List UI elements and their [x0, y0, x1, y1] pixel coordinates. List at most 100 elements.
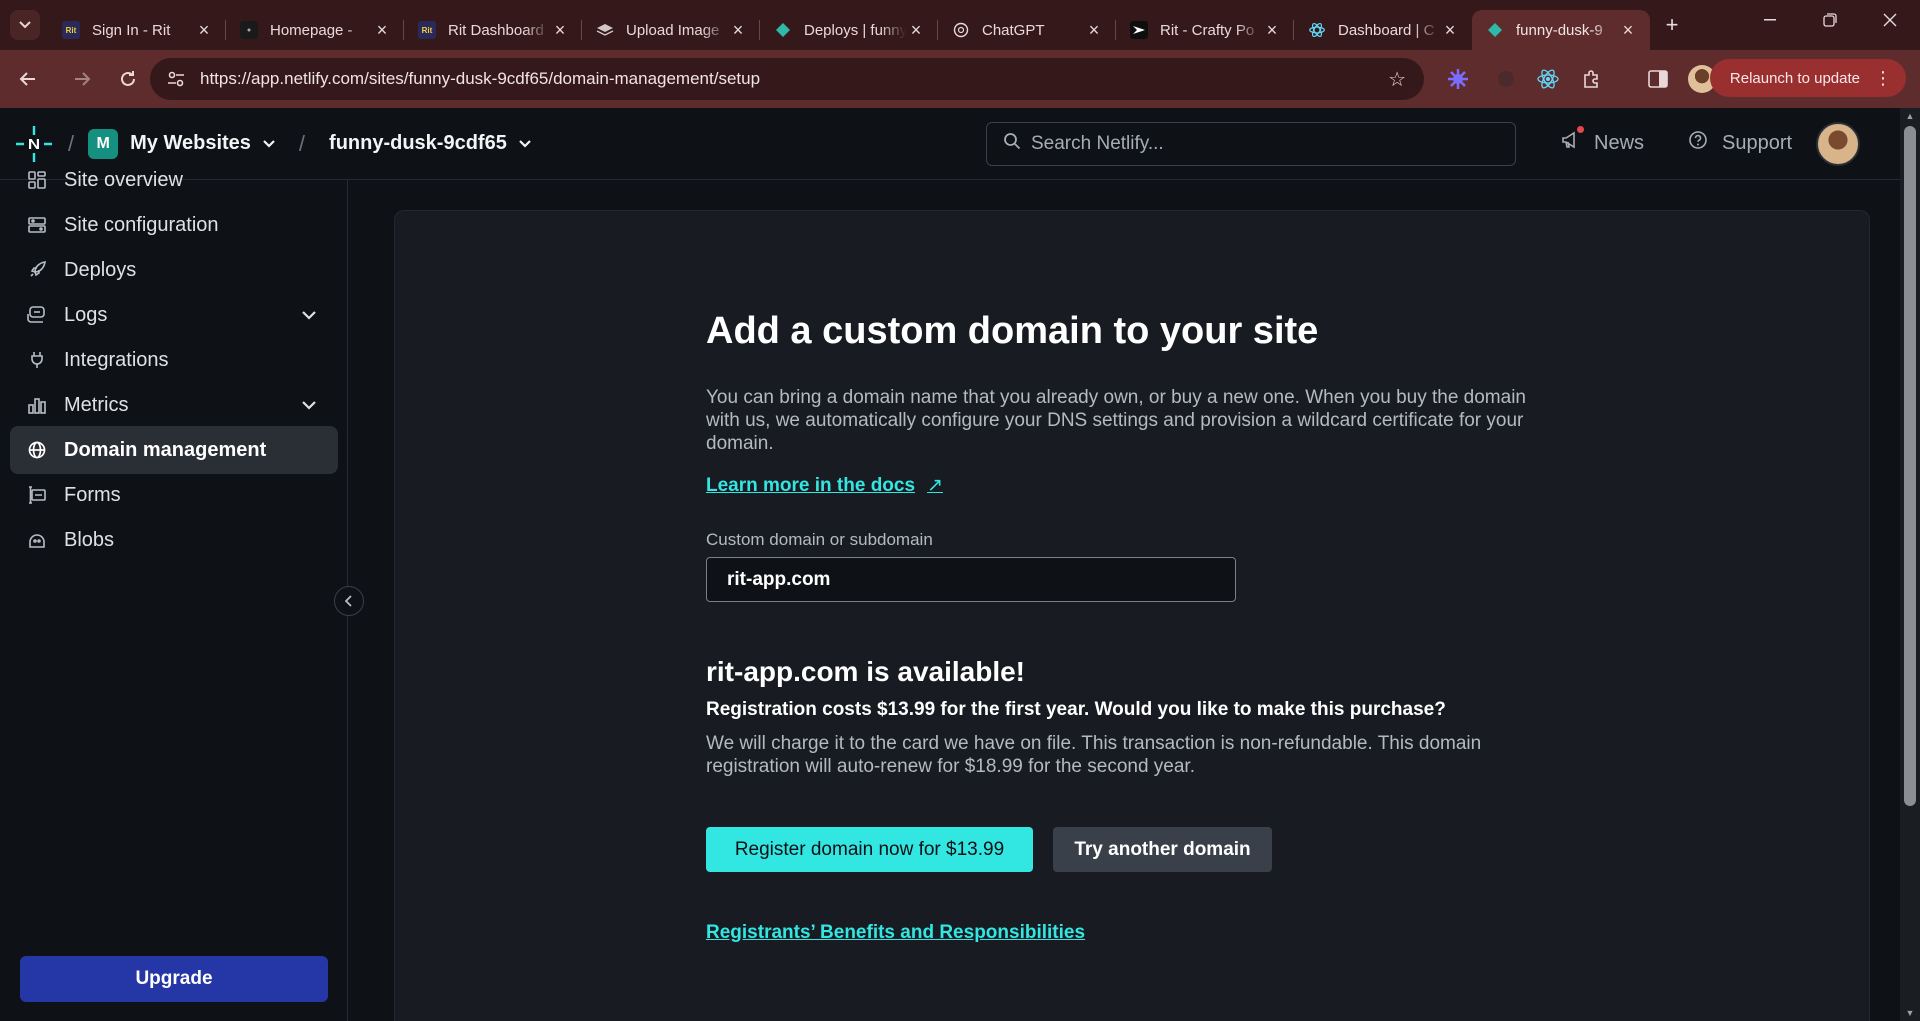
side-panel-icon[interactable] — [1644, 65, 1672, 93]
registration-cost-text: Registration costs $13.99 for the first … — [706, 699, 1446, 720]
domain-field-label: Custom domain or subdomain — [706, 530, 933, 549]
globe-icon — [26, 439, 48, 461]
close-tab-icon[interactable]: × — [1262, 20, 1282, 41]
extension-dark-icon[interactable] — [1492, 65, 1520, 93]
upgrade-button[interactable]: Upgrade — [20, 956, 328, 1002]
browser-tab[interactable]: Upload Image × — [582, 10, 760, 50]
close-tab-icon[interactable]: × — [372, 20, 392, 41]
sidebar-item-site-overview[interactable]: Site overview — [10, 156, 338, 204]
close-tab-icon[interactable]: × — [906, 20, 926, 41]
logs-icon — [26, 304, 48, 326]
support-label: Support — [1722, 131, 1793, 154]
registrants-benefits-link[interactable]: Registrants’ Benefits and Responsibiliti… — [706, 922, 1085, 944]
browser-tab[interactable]: funny-dusk-9 × — [1472, 10, 1650, 50]
back-arrow-icon[interactable] — [10, 61, 46, 97]
chevron-down-icon — [519, 137, 531, 151]
intro-text: You can bring a domain name that you alr… — [706, 387, 1526, 454]
close-tab-icon[interactable]: × — [194, 20, 214, 41]
close-window-icon[interactable] — [1860, 0, 1920, 40]
tab-title: Deploys | funny — [804, 21, 906, 39]
search-input[interactable]: Search Netlify... — [986, 122, 1516, 166]
sidebar-item-blobs[interactable]: Blobs — [10, 516, 338, 564]
tab-title: Dashboard | C — [1338, 21, 1435, 39]
close-tab-icon[interactable]: × — [550, 20, 570, 41]
forward-arrow-icon[interactable] — [64, 61, 100, 97]
domain-input[interactable]: rit-app.com — [706, 557, 1236, 602]
register-domain-button[interactable]: Register domain now for $13.99 — [706, 827, 1033, 872]
docs-link-label: Learn more in the docs — [706, 474, 916, 496]
sidebar-item-label: Blobs — [64, 528, 115, 551]
sidebar-item-domain-management[interactable]: Domain management — [10, 426, 338, 474]
scrollbar-thumb[interactable] — [1904, 126, 1916, 806]
address-bar[interactable]: https://app.netlify.com/sites/funny-dusk… — [150, 58, 1424, 100]
scroll-up-arrow-icon[interactable]: ▲ — [1900, 108, 1920, 124]
browser-tab[interactable]: ChatGPT × — [938, 10, 1116, 50]
sidebar-item-site-configuration[interactable]: Site configuration — [10, 201, 338, 249]
close-tab-icon[interactable]: × — [728, 20, 748, 41]
bookmark-star-icon[interactable]: ☆ — [1388, 67, 1406, 92]
sidebar-item-logs[interactable]: Logs — [10, 291, 338, 339]
page-scrollbar[interactable]: ▲ ▼ — [1900, 108, 1920, 1021]
search-placeholder: Search Netlify... — [1031, 133, 1164, 154]
support-button[interactable]: Support — [1688, 130, 1792, 156]
browser-tab-strip: Rit Sign In - Rit × Homepage - × Rit Rit Dash… — [0, 0, 1920, 50]
chevron-down-icon[interactable] — [302, 307, 316, 323]
sidebar-item-label: Site overview — [64, 168, 183, 191]
learn-more-docs-link[interactable]: Learn more in the docs ↗ — [706, 474, 943, 497]
browser-tab[interactable]: Rit Rit Dashboard × — [404, 10, 582, 50]
netlify-favicon-icon — [1486, 21, 1504, 39]
rocket-icon — [26, 259, 48, 281]
more-menu-icon[interactable]: ⋮ — [1874, 68, 1892, 89]
tab-list: Rit Sign In - Rit × Homepage - × Rit Rit Dash… — [48, 0, 1650, 50]
sidebar-item-label: Forms — [64, 483, 121, 506]
breadcrumb-separator: / — [298, 130, 306, 156]
netlify-favicon-icon — [774, 21, 792, 39]
relaunch-button[interactable]: Relaunch to update ⋮ — [1709, 59, 1906, 97]
browser-tab[interactable]: Rit - Crafty Po × — [1116, 10, 1294, 50]
restore-icon[interactable] — [1800, 0, 1860, 40]
browser-tab[interactable]: Rit Sign In - Rit × — [48, 10, 226, 50]
sidebar-item-forms[interactable]: Forms — [10, 471, 338, 519]
help-circle-icon — [1688, 130, 1708, 156]
crafty-favicon-icon — [1130, 21, 1148, 39]
collapse-sidebar-button[interactable] — [334, 586, 364, 616]
tab-title: Rit - Crafty Po — [1160, 21, 1255, 39]
site-info-icon[interactable] — [156, 71, 196, 87]
new-tab-button[interactable]: + — [1656, 9, 1688, 41]
charge-note-text: We will charge it to the card we have on… — [706, 733, 1482, 777]
site-switcher[interactable]: funny-dusk-9cdf65 — [329, 132, 531, 155]
team-avatar: M — [88, 128, 119, 159]
team-name: My Websites — [130, 132, 251, 154]
close-tab-icon[interactable]: × — [1084, 20, 1104, 41]
grid-icon — [26, 169, 48, 191]
minimize-icon[interactable] — [1740, 0, 1800, 40]
try-another-domain-button[interactable]: Try another domain — [1053, 827, 1272, 872]
config-icon — [26, 214, 48, 236]
news-label: News — [1594, 131, 1645, 154]
page-title: Add a custom domain to your site — [706, 310, 1319, 352]
sidebar-item-metrics[interactable]: Metrics — [10, 381, 338, 429]
url-text: https://app.netlify.com/sites/funny-dusk… — [200, 69, 761, 88]
extension-puzzle-flower-icon[interactable] — [1444, 65, 1472, 93]
user-avatar[interactable] — [1816, 122, 1860, 166]
close-tab-icon[interactable]: × — [1440, 20, 1460, 41]
sidebar-item-integrations[interactable]: Integrations — [10, 336, 338, 384]
news-button[interactable]: News — [1560, 126, 1645, 156]
sidebar-item-label: Domain management — [64, 438, 267, 461]
browser-tab[interactable]: Deploys | funny × — [760, 10, 938, 50]
reload-icon[interactable] — [110, 61, 146, 97]
extensions-puzzle-icon[interactable] — [1578, 65, 1606, 93]
tab-search-icon[interactable] — [10, 10, 40, 40]
plug-icon — [26, 349, 48, 371]
scroll-down-arrow-icon[interactable]: ▼ — [1900, 1005, 1920, 1021]
close-tab-icon[interactable]: × — [1618, 20, 1638, 41]
react-devtools-icon[interactable] — [1534, 65, 1562, 93]
browser-tab[interactable]: Dashboard | C × — [1294, 10, 1472, 50]
tab-title: funny-dusk-9 — [1516, 21, 1603, 39]
chevron-down-icon[interactable] — [302, 397, 316, 413]
sidebar-item-deploys[interactable]: Deploys — [10, 246, 338, 294]
team-switcher[interactable]: M My Websites — [88, 128, 275, 159]
sidebar-item-label: Deploys — [64, 258, 137, 281]
site-name: funny-dusk-9cdf65 — [329, 132, 507, 154]
browser-tab[interactable]: Homepage - × — [226, 10, 404, 50]
